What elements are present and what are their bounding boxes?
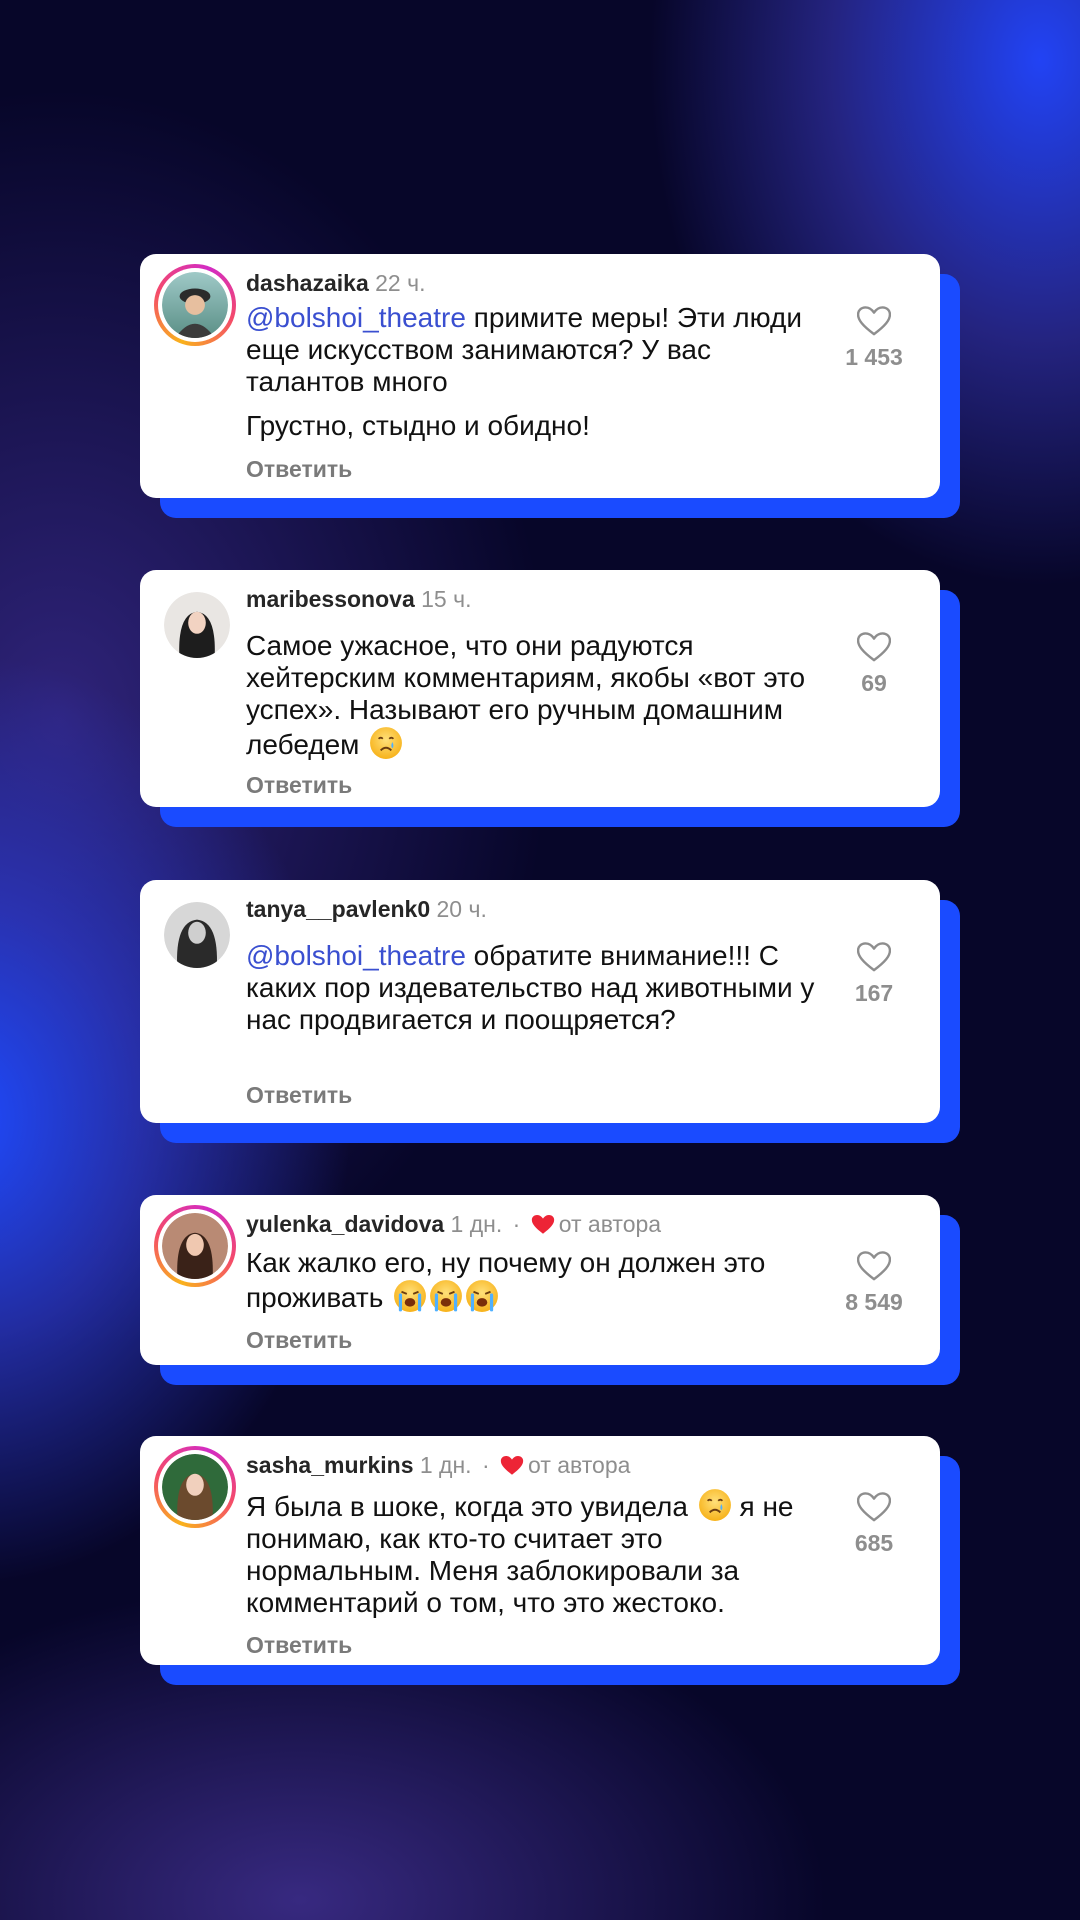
comment-card-4: yulenka_davidova 1 дн. · от автора Как ж… [140,1195,960,1385]
avatar-image [164,592,230,658]
author-heart-icon [500,1455,524,1476]
separator-dot: · [512,1211,521,1237]
crying-face-emoji [369,726,403,760]
like-count: 167 [854,980,894,1006]
like-column: 69 [808,632,940,697]
author-like-label: от автора [528,1452,631,1478]
avatar [162,1454,228,1520]
comment-meta: dashazaika 22 ч. [246,268,426,298]
username[interactable]: maribessonova [246,586,415,612]
avatar [162,272,228,338]
comment-meta: yulenka_davidova 1 дн. · от автора [246,1209,661,1239]
timestamp: 1 дн. [450,1211,503,1237]
comment-text: Самое ужасное, что они радуются хейтерск… [246,630,806,760]
mention-link[interactable]: @bolshoi_theatre [246,302,466,333]
comment-text: Я была в шоке, когда это увидела я не по… [246,1488,826,1619]
reply-button[interactable]: Ответить [246,456,352,483]
timestamp: 1 дн. [419,1452,472,1478]
reply-button[interactable]: Ответить [246,1632,352,1659]
timestamp: 20 ч. [436,896,487,922]
like-column: 8 549 [808,1251,940,1316]
like-count: 8 549 [845,1289,903,1315]
comment-meta: tanya__pavlenk0 20 ч. [246,894,487,924]
heart-icon[interactable] [857,632,891,662]
heart-icon[interactable] [857,942,891,972]
heart-icon[interactable] [857,1492,891,1522]
author-heart-icon [531,1214,555,1235]
comment-body: tanya__pavlenk0 20 ч. @bolshoi_theatre о… [140,880,940,1123]
comment-card-3: tanya__pavlenk0 20 ч. @bolshoi_theatre о… [140,880,960,1143]
mention-link[interactable]: @bolshoi_theatre [246,940,466,971]
reply-button[interactable]: Ответить [246,1327,352,1354]
like-column: 1 453 [808,306,940,371]
comment-body: sasha_murkins 1 дн. · от автора Я была в… [140,1436,940,1665]
comment-text: @bolshoi_theatre обратите внимание!!! С … [246,940,815,1035]
like-count: 685 [854,1530,894,1556]
username[interactable]: tanya__pavlenk0 [246,896,430,922]
loudly-crying-face-emoji [465,1279,499,1313]
avatar-story-ring[interactable] [154,1205,236,1287]
avatar-image [164,902,230,968]
comment-card-5: sasha_murkins 1 дн. · от автора Я была в… [140,1436,960,1685]
author-like-label: от автора [558,1211,662,1237]
like-count: 69 [861,670,887,696]
like-column: 685 [808,1492,940,1557]
username[interactable]: yulenka_davidova [246,1211,444,1237]
username[interactable]: dashazaika [246,270,369,296]
comment-body: yulenka_davidova 1 дн. · от автора Как ж… [140,1195,940,1365]
avatar[interactable] [164,592,230,658]
timestamp: 22 ч. [375,270,426,296]
like-count: 1 453 [845,344,903,370]
comment-card-2: maribessonova 15 ч. Самое ужасное, что о… [140,570,960,827]
avatar-story-ring[interactable] [154,1446,236,1528]
comment-card-1: dashazaika 22 ч. @bolshoi_theatre примит… [140,254,960,518]
like-column: 167 [808,942,940,1007]
comment-text-second-line: Грустно, стыдно и обидно! [246,410,590,441]
comment-meta: sasha_murkins 1 дн. · от автора [246,1450,630,1480]
timestamp: 15 ч. [421,586,472,612]
avatar [162,1213,228,1279]
crying-face-emoji [698,1488,732,1522]
loudly-crying-face-emoji [393,1279,427,1313]
comment-text: Как жалко его, ну почему он должен это п… [246,1247,766,1313]
heart-icon[interactable] [857,1251,891,1281]
username[interactable]: sasha_murkins [246,1452,413,1478]
comment-text: @bolshoi_theatre примите меры! Эти люди … [246,302,802,397]
comment-body: dashazaika 22 ч. @bolshoi_theatre примит… [140,254,940,498]
comment-meta: maribessonova 15 ч. [246,584,472,614]
reply-button[interactable]: Ответить [246,1082,352,1109]
comment-body: maribessonova 15 ч. Самое ужасное, что о… [140,570,940,807]
loudly-crying-face-emoji [429,1279,463,1313]
avatar-story-ring[interactable] [154,264,236,346]
avatar[interactable] [164,902,230,968]
separator-dot: · [481,1452,490,1478]
reply-button[interactable]: Ответить [246,772,352,799]
heart-icon[interactable] [857,306,891,336]
